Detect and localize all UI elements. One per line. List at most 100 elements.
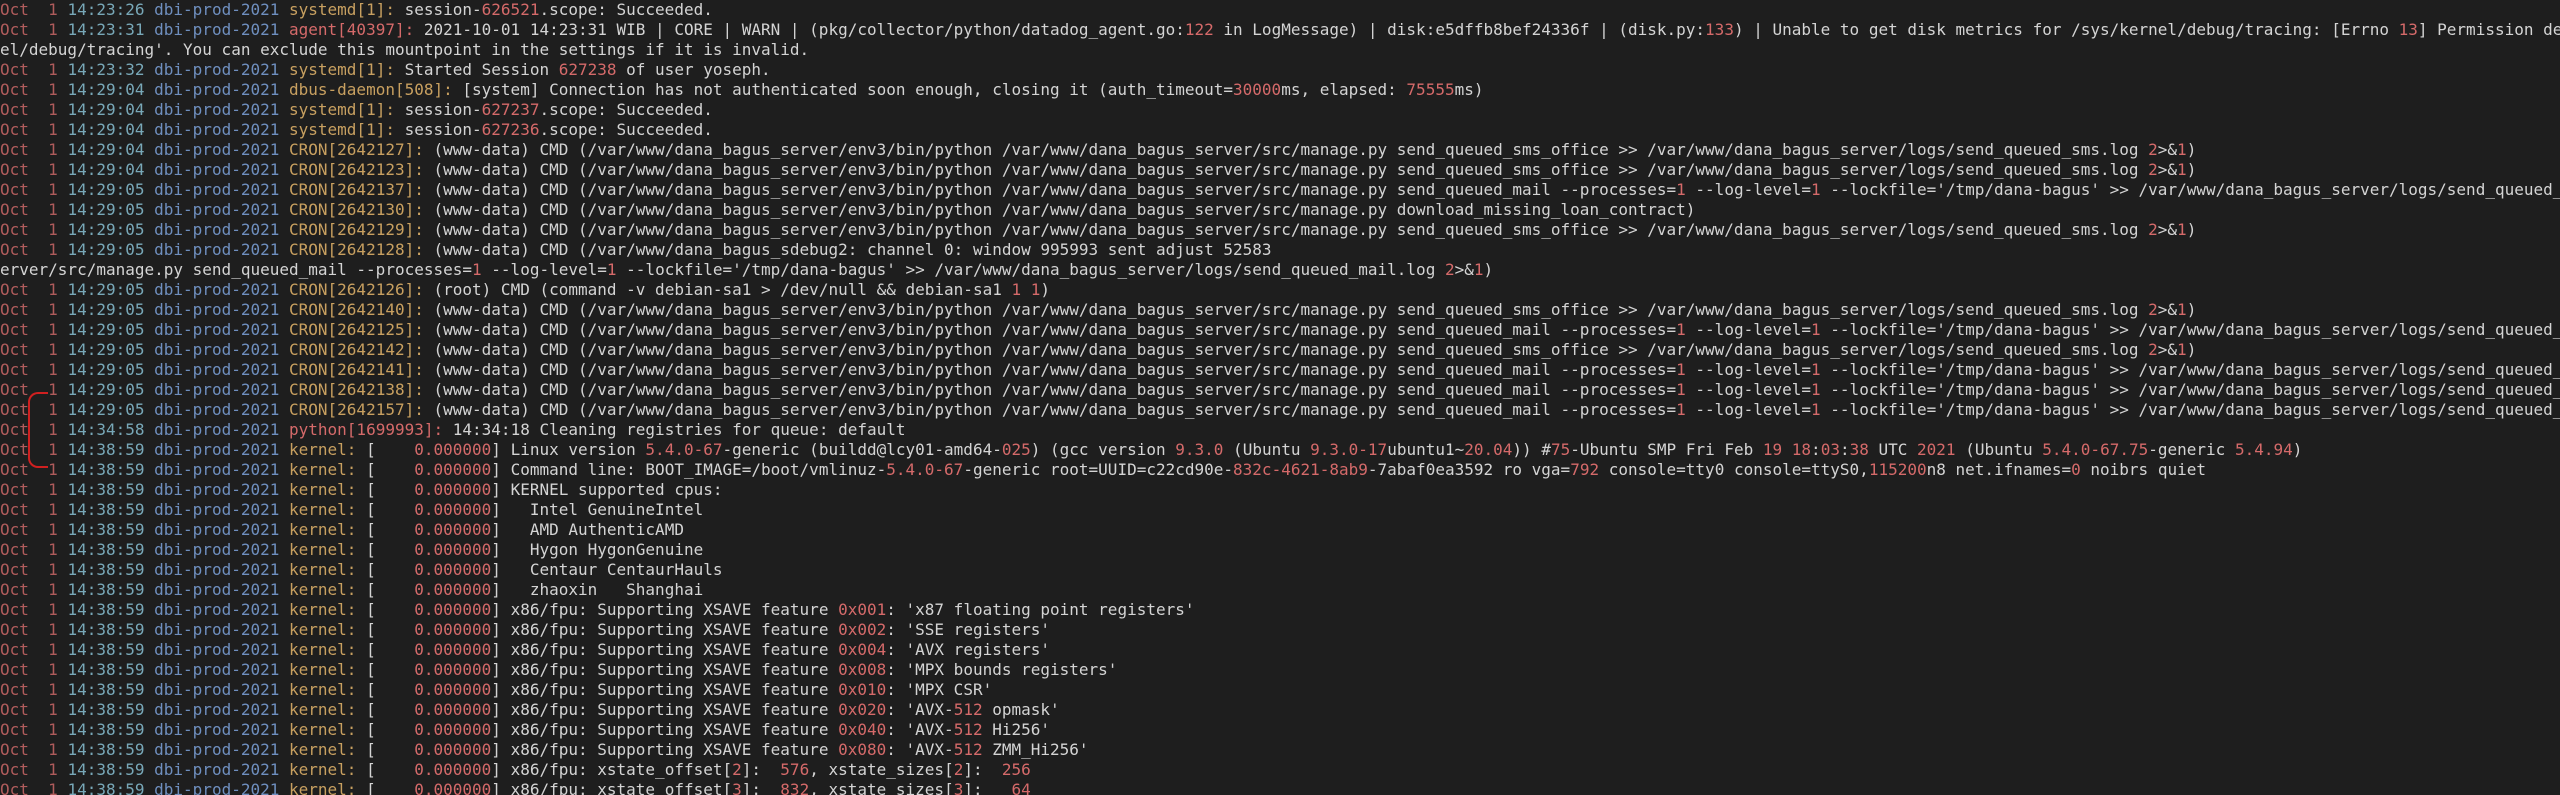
log-segment: Oct 1 [0,20,68,39]
log-segment: ) [2292,440,2303,459]
log-segment: dbi-prod-2021 [154,180,289,199]
log-segment: console=tty0 console=ttyS0, [1599,460,1869,479]
log-segment: dbi-prod-2021 [154,600,289,619]
log-segment: 14:38:59 [67,560,155,579]
log-line: Oct 1 14:29:05 dbi-prod-2021 CRON[264212… [0,280,2560,300]
log-line: Oct 1 14:23:31 dbi-prod-2021 agent[40397… [0,20,2560,40]
log-line: Oct 1 14:23:32 dbi-prod-2021 systemd[1]:… [0,60,2560,80]
log-segment: 0.000000 [414,760,492,779]
log-segment: 14:38:59 [67,720,155,739]
log-segment: ) [2186,300,2197,319]
log-line: Oct 1 14:29:05 dbi-prod-2021 CRON[264212… [0,320,2560,340]
log-segment: ]: [741,760,781,779]
log-segment: dbi-prod-2021 [154,720,289,739]
log-segment: 0x008 [838,660,887,679]
log-segment: Oct 1 [0,660,68,679]
log-segment: ) [2186,220,2197,239]
log-line: Oct 1 14:38:59 dbi-prod-2021 kernel: [ 0… [0,500,2560,520]
log-segment: 0.000000 [414,740,492,759]
log-segment: -generic root=UUID=c22cd90e- [963,460,1234,479]
log-segment: 627238 [558,60,617,79]
log-segment: Oct 1 [0,200,68,219]
log-segment: Oct 1 [0,360,68,379]
log-segment: session- [404,0,482,19]
log-segment: --log-level= [1685,400,1812,419]
log-segment: 14:29:05 [67,320,155,339]
log-segment: dbi-prod-2021 [154,460,289,479]
log-segment: CRON[2642137]: [289,180,434,199]
log-segment: dbi-prod-2021 [154,100,289,119]
log-segment: 30000 [1233,80,1282,99]
log-output: Oct 1 14:23:26 dbi-prod-2021 systemd[1]:… [0,0,2560,795]
log-segment: : 'AVX- [886,740,954,759]
log-segment: ) [2186,340,2197,359]
log-segment: 14:29:05 [67,200,155,219]
terminal-window[interactable]: Oct 1 14:23:26 dbi-prod-2021 systemd[1]:… [0,0,2560,795]
log-segment: Oct 1 [0,120,68,139]
log-segment: 2 [732,760,742,779]
log-segment: kernel: [289,660,367,679]
log-segment: (www-data) CMD (/var/www/dana_bagus_serv… [433,300,2149,319]
log-segment: 0.000000 [414,680,492,699]
log-segment: 14:29:05 [67,300,155,319]
log-segment: ] Hygon HygonGenuine [491,540,704,559]
log-segment: 0x010 [838,680,887,699]
log-segment: CRON[2642140]: [289,300,434,319]
log-line: Oct 1 14:38:59 dbi-prod-2021 kernel: [ 0… [0,700,2560,720]
log-segment: 0.000000 [414,480,492,499]
log-segment: [ [366,480,415,499]
log-segment: 14:34:18 Cleaning registries for queue: … [452,420,906,439]
log-segment: --lockfile='/tmp/dana-bagus' >> /var/www… [1830,360,2560,379]
log-segment: 832c-4621-8ab9 [1233,460,1368,479]
log-segment: --lockfile='/tmp/dana-bagus' >> /var/www… [1830,380,2560,399]
log-segment: 14:29:04 [67,80,155,99]
log-segment: 38 [1849,440,1869,459]
log-segment: 0.000000 [414,560,492,579]
log-segment: kernel: [289,720,367,739]
log-segment: systemd[1]: [289,60,405,79]
log-segment: (root) CMD (command -v debian-sa1 > /dev… [433,280,1012,299]
log-segment: 0.000000 [414,640,492,659]
log-segment: 1 [1676,180,1686,199]
log-segment: 2 [953,760,964,779]
log-line: Oct 1 14:29:05 dbi-prod-2021 CRON[264213… [0,200,2560,220]
log-segment: 3 [732,780,742,795]
log-segment: 0x040 [838,720,887,739]
log-segment: 14:23:26 [67,0,155,19]
log-segment: Oct 1 [0,180,68,199]
log-segment: 0.000000 [414,520,492,539]
log-segment: .scope: Succeeded. [539,120,713,139]
log-segment: Oct 1 [0,540,68,559]
log-segment: ]: [741,780,781,795]
log-segment: 1 [1676,320,1686,339]
log-segment: 133 [1705,20,1734,39]
log-segment: ms) [1454,80,1484,99]
log-segment: 5.4.0-67 [645,440,723,459]
log-segment: 2 [2148,300,2158,319]
log-segment: (www-data) CMD (/var/www/dana_bagus_serv… [433,140,2149,159]
log-segment: 512 [953,720,983,739]
log-segment: 0.000000 [414,720,492,739]
log-line: Oct 1 14:38:59 dbi-prod-2021 kernel: [ 0… [0,780,2560,795]
log-line: Oct 1 14:38:59 dbi-prod-2021 kernel: [ 0… [0,720,2560,740]
log-segment: 0x002 [838,620,887,639]
log-segment: 122 [1184,20,1214,39]
log-line: Oct 1 14:38:59 dbi-prod-2021 kernel: [ 0… [0,620,2560,640]
log-segment: in LogMessage) | disk:e5dffb8bef24336f |… [1213,20,1706,39]
log-segment: CRON[2642125]: [289,320,434,339]
log-segment: Oct 1 [0,420,68,439]
log-segment: 14:38:59 [67,660,155,679]
log-segment: CRON[2642129]: [289,220,434,239]
log-segment: 03 [1820,440,1840,459]
log-segment: dbi-prod-2021 [154,620,289,639]
log-segment: ]: [963,780,1012,795]
log-line: Oct 1 14:29:05 dbi-prod-2021 CRON[264212… [0,220,2560,240]
log-line: Oct 1 14:38:59 dbi-prod-2021 kernel: [ 0… [0,480,2560,500]
log-line: Oct 1 14:29:05 dbi-prod-2021 CRON[264213… [0,380,2560,400]
log-segment: [ [366,600,415,619]
log-segment: (www-data) CMD (/var/www/dana_bagus_serv… [433,160,2149,179]
log-segment: ] x86/fpu: Supporting XSAVE feature [491,600,839,619]
log-segment: 14:38:59 [67,460,155,479]
log-segment: dbi-prod-2021 [154,280,289,299]
log-segment: 627237 [481,100,540,119]
